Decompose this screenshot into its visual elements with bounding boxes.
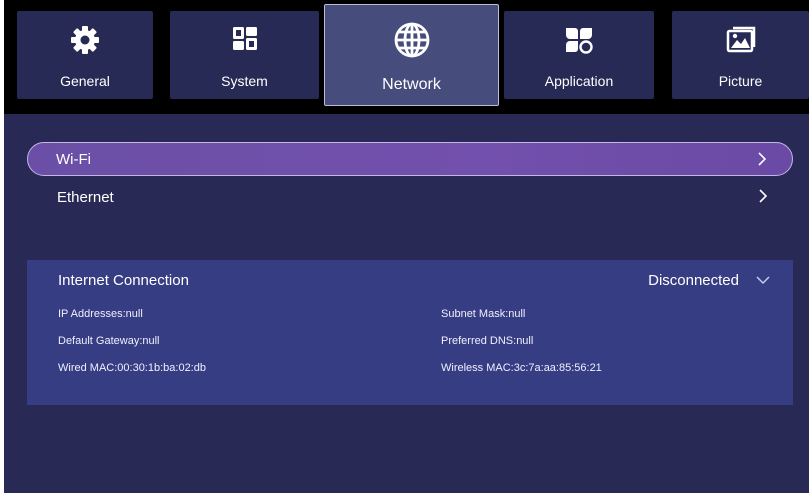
chevron-right-icon bbox=[758, 152, 767, 166]
menu-item-ethernet[interactable]: Ethernet bbox=[27, 180, 793, 214]
panel-title: Internet Connection bbox=[58, 272, 189, 289]
wired-mac: Wired MAC:00:30:1b:ba:02:db bbox=[58, 362, 206, 374]
gear-icon bbox=[71, 26, 99, 54]
tab-label: Application bbox=[544, 73, 614, 89]
ip-addresses: IP Addresses:null bbox=[58, 308, 143, 320]
globe-icon bbox=[394, 22, 429, 58]
wireless-mac: Wireless MAC:3c:7a:aa:85:56:21 bbox=[441, 362, 602, 374]
tab-picture[interactable]: Picture bbox=[672, 11, 809, 99]
settings-screen: General System Network Application Pictu… bbox=[4, 0, 809, 493]
default-gateway: Default Gateway:null bbox=[58, 335, 160, 347]
subnet-mask: Subnet Mask:null bbox=[441, 308, 526, 320]
preferred-dns: Preferred DNS:null bbox=[441, 335, 534, 347]
tab-label: General bbox=[60, 73, 110, 89]
tab-label: System bbox=[221, 73, 268, 89]
menu-item-label: Wi-Fi bbox=[56, 151, 91, 168]
apps-icon bbox=[566, 28, 593, 54]
chevron-down-icon[interactable] bbox=[755, 275, 771, 285]
windows-grid-icon bbox=[232, 27, 257, 50]
picture-icon bbox=[726, 26, 755, 53]
connection-status[interactable]: Disconnected bbox=[648, 272, 739, 289]
tab-application[interactable]: Application bbox=[504, 11, 654, 99]
menu-item-label: Ethernet bbox=[57, 189, 114, 206]
internet-connection-panel: Internet Connection Disconnected IP Addr… bbox=[27, 260, 793, 405]
tab-network[interactable]: Network bbox=[324, 4, 499, 106]
tab-system[interactable]: System bbox=[170, 11, 319, 99]
menu-item-wifi[interactable]: Wi-Fi bbox=[27, 142, 793, 176]
chevron-right-icon bbox=[759, 189, 768, 203]
tab-bar: General System Network Application Pictu… bbox=[4, 0, 809, 114]
tab-label: Picture bbox=[718, 73, 763, 89]
tab-general[interactable]: General bbox=[17, 11, 153, 99]
tab-label: Network bbox=[382, 76, 441, 93]
